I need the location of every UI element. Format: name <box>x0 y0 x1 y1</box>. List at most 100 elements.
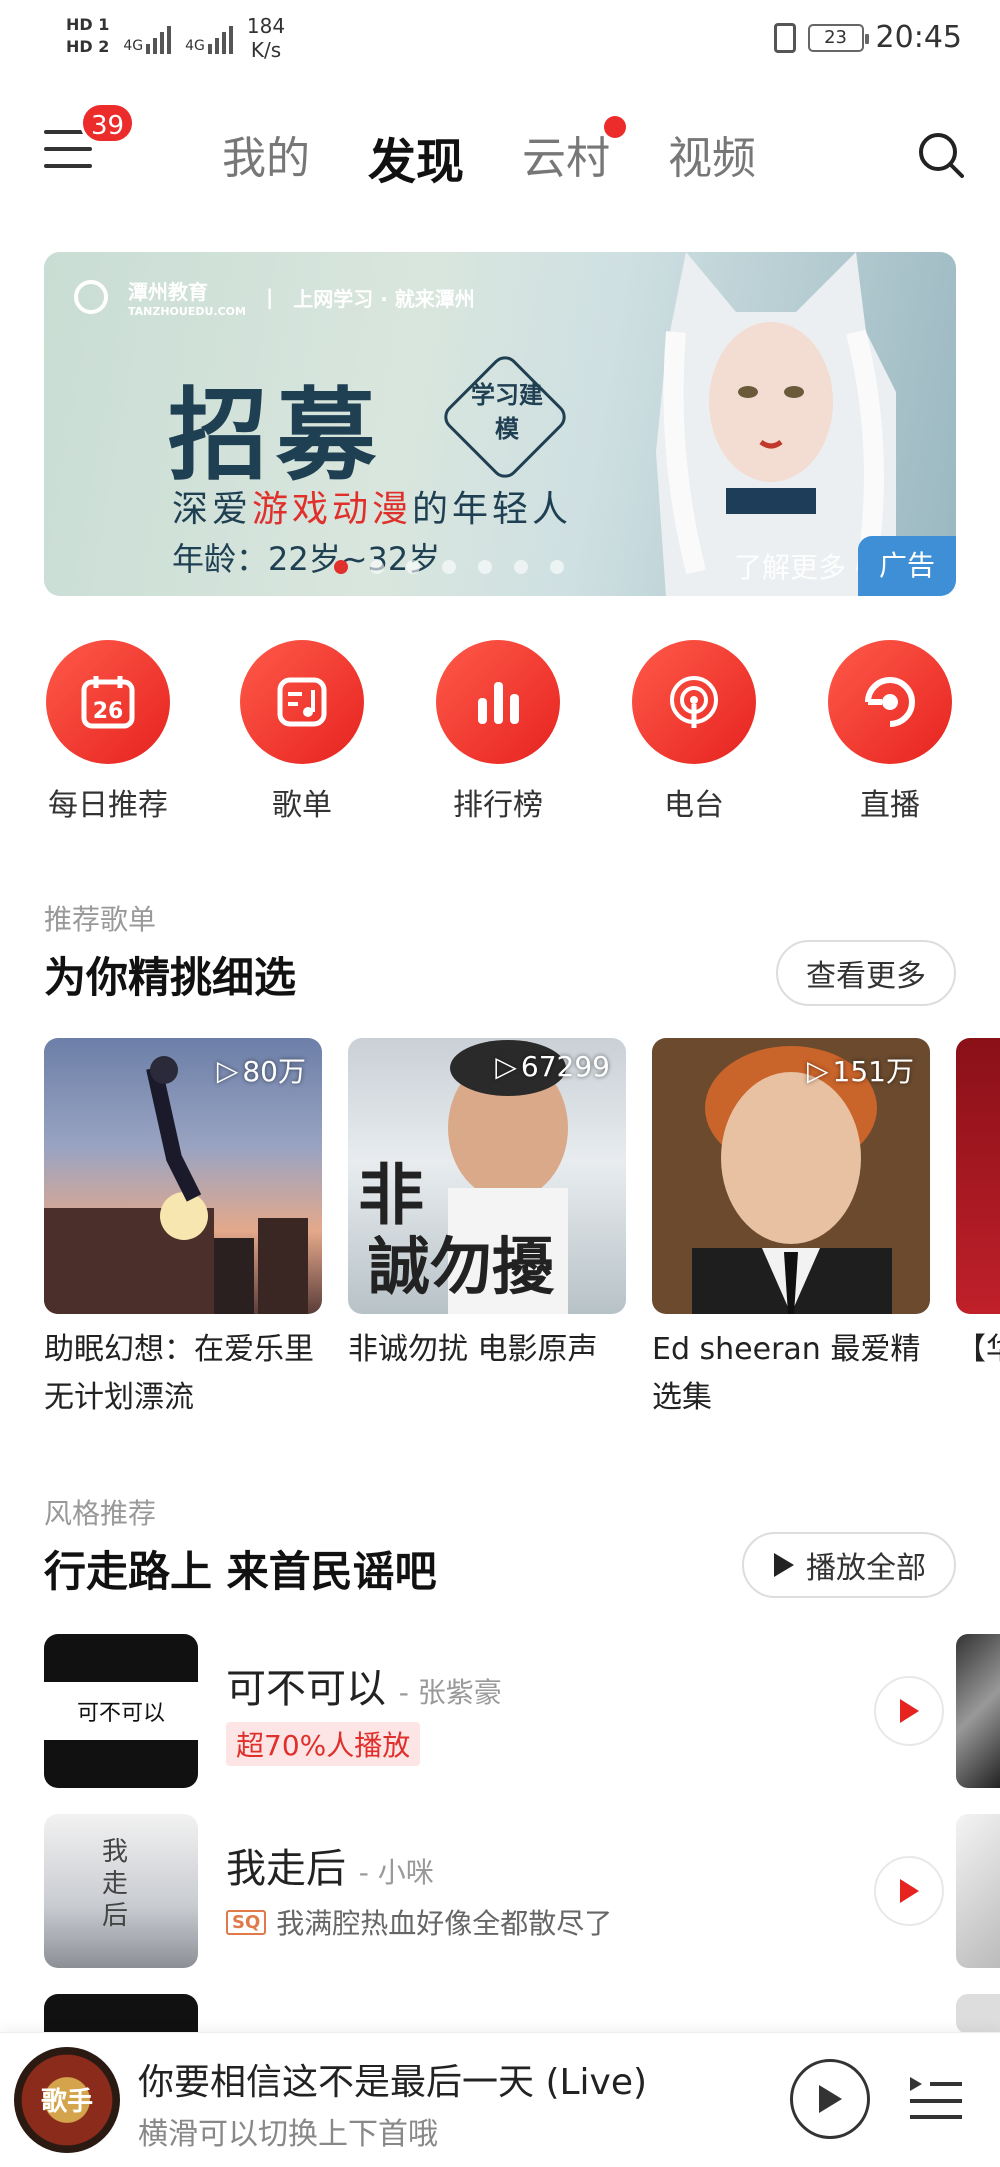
play-all-button[interactable]: 播放全部 <box>742 1532 956 1598</box>
banner-learn-more[interactable]: 了解更多 <box>734 546 846 586</box>
quick-label: 每日推荐 <box>48 788 168 823</box>
song-row[interactable]: 我走后 我走后 - 小咪 SQ 我满腔热血好像全都散尽了 <box>44 1814 944 1968</box>
status-right: 23 20:45 <box>773 20 962 55</box>
net2-label: 4G <box>185 38 205 54</box>
quick-label: 电台 <box>664 788 724 823</box>
playlist-title: 非诚勿扰 电影原声 <box>348 1332 598 1367</box>
playlist-queue-icon[interactable] <box>906 2073 966 2123</box>
play-triangle-icon: ▷ <box>807 1053 829 1087</box>
play-count-value: 80万 <box>242 1055 306 1088</box>
ad-badge: 广告 <box>858 536 956 596</box>
play-icon <box>774 1553 794 1577</box>
playlist-card-peek[interactable]: 【华他的 <box>956 1038 1000 1422</box>
section-subtitle: 推荐歌单 <box>44 903 157 936</box>
tab-video[interactable]: 视频 <box>668 122 756 192</box>
playlist-title: Ed sheeran 最爱精选集 <box>652 1332 921 1415</box>
song-title: 可不可以 <box>226 1666 386 1712</box>
tab-mine[interactable]: 我的 <box>222 122 310 192</box>
see-more-button[interactable]: 查看更多 <box>776 940 956 1006</box>
quick-label: 直播 <box>860 788 920 823</box>
search-icon[interactable] <box>916 130 966 180</box>
play-icon <box>900 1879 919 1903</box>
speed-unit: K/s <box>250 38 282 62</box>
clock: 20:45 <box>875 20 962 55</box>
playlist-card[interactable]: ▷ 80万 助眠幻想：在爱乐里无计划漂流 <box>44 1038 322 1422</box>
playlist-carousel: ▷ 80万 助眠幻想：在爱乐里无计划漂流 非 誠勿擾 ▷ 67299 非诚勿扰 电影… <box>44 1038 1000 1418</box>
ad-banner[interactable]: 潭州教育 TANZHOUEDU.COM | 上网学习 · 就来潭州 招募 学习建… <box>44 252 956 596</box>
tab-village[interactable]: 云村 <box>522 116 627 192</box>
song-play-button[interactable] <box>874 1676 944 1746</box>
song-play-button[interactable] <box>874 1856 944 1926</box>
network-speed: 184 K/s <box>247 14 285 62</box>
menu-badge: 39 <box>80 102 136 144</box>
tab-label: 视频 <box>668 133 757 184</box>
speed-value: 184 <box>246 14 286 38</box>
signal-icon: 4G <box>123 14 172 54</box>
top-tabs: 我的 发现 云村 视频 <box>222 116 756 192</box>
tab-label: 发现 <box>368 134 465 190</box>
play-count: ▷ 80万 <box>217 1050 306 1090</box>
carousel-dots <box>334 560 564 574</box>
playlist-card[interactable]: 非 誠勿擾 ▷ 67299 非诚勿扰 电影原声 <box>348 1038 626 1422</box>
brand-sub: TANZHOUEDU.COM <box>128 305 246 318</box>
carousel-dot <box>334 560 348 574</box>
sim2-label: HD 2 <box>66 37 110 56</box>
song-cover: 可不可以 <box>44 1634 198 1788</box>
song-title-line: 可不可以 - 张紫豪 <box>226 1656 502 1714</box>
quick-radio[interactable]: 电台 <box>614 640 774 824</box>
quick-charts[interactable]: 排行榜 <box>418 640 578 824</box>
net1-label: 4G <box>123 38 144 54</box>
quick-label: 歌单 <box>272 788 332 823</box>
radio-icon <box>632 640 756 764</box>
carousel-dot <box>550 560 564 574</box>
status-bar: HD 1 HD 2 4G 4G 184 K/s 23 20:45 <box>0 0 1000 80</box>
quick-live[interactable]: 直播 <box>810 640 970 824</box>
player-song-title: 你要相信这不是最后一天 (Live) <box>138 2062 648 2103</box>
quick-actions: 26 每日推荐 歌单 排行榜 电台 直播 <box>0 640 1000 823</box>
hex-text: 学习建模 <box>471 381 543 443</box>
sim-labels: HD 1 HD 2 <box>66 14 109 58</box>
banner-headline: 招募 <box>168 376 384 494</box>
playlist-card[interactable]: ▷ 151万 Ed sheeran 最爱精选集 <box>652 1038 930 1422</box>
tab-label: 我的 <box>222 133 310 184</box>
song-lyric: 我满腔热血好像全都散尽了 <box>276 1907 613 1940</box>
divider: | <box>265 285 274 309</box>
carousel-dot <box>370 560 384 574</box>
chart-bars-icon <box>436 640 560 764</box>
tab-label: 云村 <box>522 133 611 184</box>
carousel-dot <box>442 560 456 574</box>
disc-text: 歌手 <box>40 2087 93 2117</box>
see-more-label: 查看更多 <box>806 959 926 994</box>
play-triangle-icon: ▷ <box>495 1050 517 1083</box>
sq-quality-badge: SQ <box>226 1909 267 1935</box>
play-icon <box>900 1699 919 1723</box>
banner-brand-row: 潭州教育 TANZHOUEDU.COM | 上网学习 · 就来潭州 <box>74 276 475 318</box>
status-left: HD 1 HD 2 4G 4G 184 K/s <box>66 14 285 62</box>
mini-player[interactable]: 歌手 你要相信这不是最后一天 (Live) 横滑可以切换上下首哦 <box>0 2032 1000 2167</box>
line1-highlight: 游戏动漫 <box>252 489 413 530</box>
next-column-peek <box>956 1634 1000 1788</box>
player-play-button[interactable] <box>790 2059 870 2139</box>
quick-daily-recommend[interactable]: 26 每日推荐 <box>28 640 188 824</box>
song-row[interactable]: 可不可以 可不可以 - 张紫豪 超70%人播放 <box>44 1634 944 1788</box>
song-title-line: 我走后 - 小咪 <box>226 1836 434 1894</box>
quick-playlist[interactable]: 歌单 <box>222 640 382 824</box>
section-subtitle: 风格推荐 <box>44 1497 157 1530</box>
notification-dot <box>604 116 627 138</box>
playlist-cover <box>956 1038 1000 1314</box>
tab-discover[interactable]: 发现 <box>368 122 464 192</box>
quick-label: 排行榜 <box>453 788 543 823</box>
top-nav: 39 我的 发现 云村 视频 <box>0 100 1000 210</box>
song-cover: 我走后 <box>44 1814 198 1968</box>
player-hint: 横滑可以切换上下首哦 <box>138 2117 438 2152</box>
playlist-title: 【华他的 <box>956 1332 1000 1367</box>
playlist-icon <box>240 640 364 764</box>
sim1-label: HD 1 <box>66 15 110 34</box>
song-title: 我走后 <box>226 1846 346 1892</box>
playlist-title: 助眠幻想：在爱乐里无计划漂流 <box>44 1332 314 1415</box>
playlist-cover: ▷ 151万 <box>652 1038 930 1314</box>
signal2-icon: 4G <box>185 14 233 54</box>
svg-text:非: 非 <box>358 1156 424 1234</box>
song-row[interactable] <box>44 1994 944 2034</box>
carousel-dot <box>406 560 420 574</box>
